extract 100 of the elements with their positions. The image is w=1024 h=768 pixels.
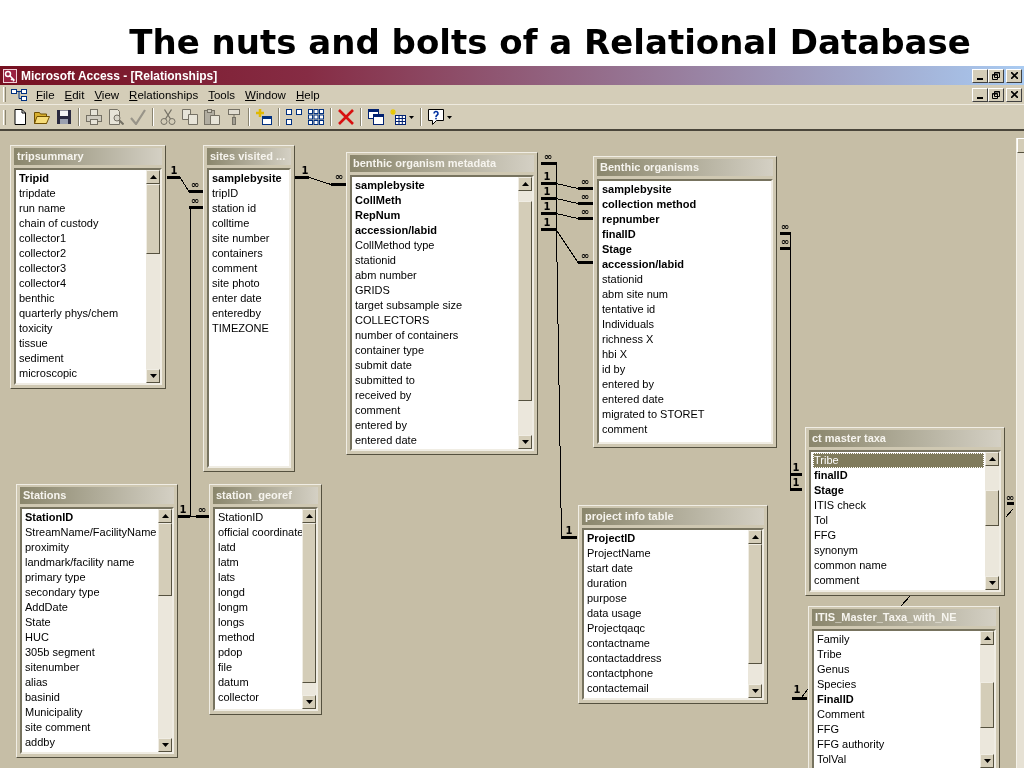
field-name[interactable]: Stage — [601, 242, 633, 257]
field-name[interactable]: Municipality — [24, 705, 84, 720]
field-name[interactable]: samplebysite — [211, 171, 283, 186]
scroll-up-button[interactable] — [748, 530, 762, 544]
help-icon[interactable] — [428, 109, 444, 125]
field-name[interactable]: data usage — [586, 606, 643, 621]
vertical-scrollbar[interactable] — [1016, 138, 1024, 768]
scrollbar[interactable] — [302, 509, 316, 709]
new-table-icon[interactable] — [390, 109, 406, 125]
field-name[interactable]: comment — [354, 403, 402, 418]
field-name[interactable]: comment — [813, 573, 861, 588]
field-name[interactable]: landmark/facility name — [24, 555, 136, 570]
caret-icon[interactable] — [409, 115, 414, 119]
scroll-down-button[interactable] — [146, 369, 160, 383]
field-name[interactable]: TolVal — [816, 752, 848, 767]
field-name[interactable]: abm site num — [601, 287, 670, 302]
field-list-window[interactable]: ct master taxa Tribe finalID Stage ITIS check Tol FFG synonym common name comment — [805, 427, 1005, 596]
field-name[interactable]: hbi X — [601, 347, 629, 362]
field-name[interactable]: stationid — [601, 272, 644, 287]
field-name[interactable]: FinalID — [816, 692, 855, 707]
close-button[interactable] — [1006, 68, 1022, 83]
relationship-line[interactable] — [539, 197, 595, 220]
box-grid-icon[interactable] — [308, 109, 324, 125]
menu-item[interactable]: Help — [290, 88, 325, 101]
field-name[interactable]: COLLECTORS — [354, 313, 431, 328]
scroll-up-button[interactable] — [146, 170, 160, 184]
field-name[interactable]: Species — [816, 677, 858, 692]
field-name[interactable]: common name — [813, 558, 888, 573]
small-boxes-icon[interactable] — [286, 109, 302, 125]
menu-item[interactable]: Edit — [59, 88, 90, 101]
field-name[interactable]: pdop — [217, 645, 244, 660]
field-name[interactable]: entered date — [601, 392, 665, 407]
field-name[interactable]: StationID — [217, 510, 265, 525]
field-name[interactable]: Genus — [816, 662, 851, 677]
scroll-thumb[interactable] — [146, 184, 160, 255]
menu-item[interactable]: Tools — [203, 88, 240, 101]
field-name[interactable]: entered by — [601, 377, 655, 392]
field-name[interactable]: longd — [217, 585, 246, 600]
field-name[interactable]: sitenumber — [24, 660, 81, 675]
scroll-up-button[interactable] — [980, 631, 994, 645]
field-name[interactable]: file — [217, 660, 234, 675]
field-name[interactable]: samplebysite — [354, 178, 426, 193]
field-name[interactable]: stationid — [354, 253, 397, 268]
field-name[interactable]: Projectqaqc — [586, 621, 647, 636]
folder-icon[interactable] — [34, 109, 50, 125]
field-name[interactable]: contactemail — [586, 681, 650, 696]
scroll-down-button[interactable] — [302, 695, 316, 709]
field-name[interactable]: Tribe — [816, 647, 843, 662]
relationship-line[interactable] — [556, 230, 577, 539]
menu-item[interactable]: File — [31, 88, 60, 101]
field-name[interactable]: abm number — [354, 268, 418, 283]
field-name[interactable]: GRIDS — [354, 283, 391, 298]
scroll-down-button[interactable] — [748, 684, 762, 698]
field-name[interactable]: benthic — [18, 291, 56, 306]
scroll-thumb[interactable] — [158, 523, 172, 597]
scroll-up-button[interactable] — [518, 177, 532, 191]
field-name[interactable]: submit date — [354, 358, 413, 373]
field-name[interactable]: CollMeth — [354, 193, 403, 208]
field-name[interactable]: Tol — [813, 513, 830, 528]
menu-item[interactable]: Relationships — [124, 88, 204, 101]
minimize-button[interactable] — [972, 87, 988, 102]
field-name[interactable]: Tripid — [18, 171, 50, 186]
delete-icon[interactable] — [338, 109, 354, 125]
field-name[interactable]: collector2 — [18, 246, 68, 261]
field-name[interactable]: Family — [816, 632, 851, 647]
scrollbar[interactable] — [980, 631, 994, 768]
relationship-line[interactable] — [176, 515, 211, 518]
field-name[interactable]: StationID — [24, 510, 75, 525]
field-name[interactable]: tripID — [211, 186, 240, 201]
field-name[interactable]: Stage — [813, 483, 845, 498]
field-name[interactable]: entered by — [354, 418, 408, 433]
stacked-windows-icon[interactable] — [368, 109, 384, 125]
relationship-line[interactable] — [1005, 502, 1014, 518]
field-name[interactable]: quarterly phys/chem — [18, 306, 120, 321]
field-name[interactable]: colltime — [211, 216, 251, 231]
field-name[interactable]: ITIS check — [813, 498, 867, 513]
grip-handle[interactable] — [3, 87, 6, 102]
field-name[interactable]: longm — [217, 600, 249, 615]
relationship-line[interactable] — [293, 176, 348, 186]
relationship-line[interactable] — [900, 595, 911, 607]
scroll-thumb[interactable] — [980, 682, 994, 728]
field-name[interactable]: alias — [24, 675, 49, 690]
menu-item[interactable]: View — [89, 88, 125, 101]
field-list-window[interactable]: project info table ProjectID ProjectName start date duration purpose data usage Projectqaqc contactname contactaddress contactphone contactemail — [578, 505, 768, 704]
field-name[interactable]: StreamName/FacilityName — [24, 525, 158, 540]
relationship-line[interactable] — [778, 232, 804, 491]
menu-item[interactable]: Window — [240, 88, 291, 101]
field-name[interactable]: RepNum — [354, 208, 402, 223]
field-name[interactable]: contactaddress — [586, 651, 663, 666]
field-name[interactable]: target subsample size — [354, 298, 463, 313]
relationship-line[interactable] — [539, 212, 595, 264]
field-name[interactable]: collector1 — [18, 231, 68, 246]
field-name[interactable]: purpose — [586, 591, 628, 606]
field-name[interactable]: accession/labid — [601, 257, 685, 272]
field-name[interactable]: synonym — [813, 543, 860, 558]
field-name[interactable]: tentative id — [601, 302, 657, 317]
field-name[interactable]: run name — [18, 201, 67, 216]
field-name[interactable]: containers — [211, 246, 264, 261]
field-name[interactable]: Tribe — [813, 453, 984, 468]
scroll-down-button[interactable] — [985, 576, 999, 590]
